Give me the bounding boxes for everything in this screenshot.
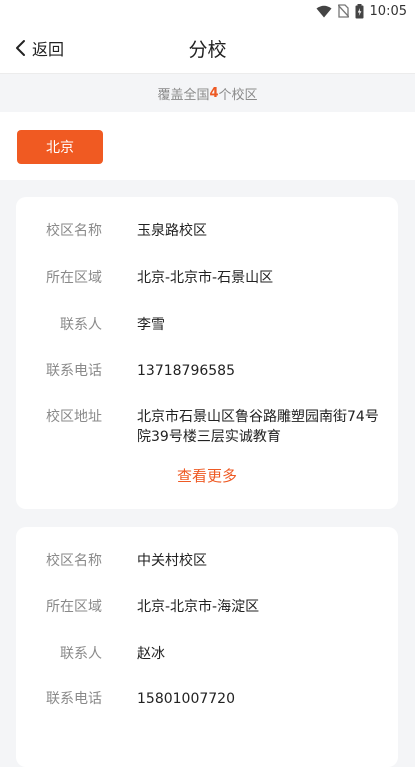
- city-tab-beijing[interactable]: 北京: [17, 130, 103, 164]
- campus-region-value: 北京-北京市-石景山区: [137, 270, 274, 286]
- view-more-link[interactable]: 查看更多: [16, 465, 398, 486]
- campus-contact-label: 联系人: [60, 646, 102, 662]
- coverage-prefix: 覆盖全国: [157, 87, 210, 103]
- campus-contact-label: 联系人: [60, 317, 102, 333]
- campus-address-value: 北京市石景山区鲁谷路雕塑园南街74号院39号楼三层实诚教育: [137, 409, 379, 445]
- campus-name-value: 玉泉路校区: [137, 223, 207, 239]
- back-button[interactable]: 返回: [14, 22, 64, 74]
- campus-region-row: 所在区域 北京-北京市-海淀区: [16, 597, 398, 617]
- campus-region-row: 所在区域 北京-北京市-石景山区: [16, 268, 398, 288]
- chevron-left-icon: [14, 39, 26, 57]
- campus-card: 校区名称 中关村校区 所在区域 北京-北京市-海淀区 联系人 赵冰 联系电话 1…: [16, 527, 398, 767]
- campus-contact-value: 李雪: [137, 317, 165, 333]
- campus-name-row: 校区名称 玉泉路校区: [16, 221, 398, 241]
- coverage-suffix: 个校区: [218, 87, 258, 103]
- campus-phone-value[interactable]: 13718796585: [137, 361, 383, 381]
- campus-name-label: 校区名称: [46, 223, 102, 239]
- campus-address-label: 校区地址: [46, 409, 102, 425]
- wifi-icon: [316, 5, 332, 18]
- campus-contact-row: 联系人 赵冰: [16, 644, 398, 664]
- coverage-summary: 覆盖全国 4 个校区: [0, 75, 415, 111]
- campus-contact-value: 赵冰: [137, 646, 165, 662]
- campus-contact-row: 联系人 李雪: [16, 315, 398, 335]
- back-label: 返回: [32, 40, 65, 59]
- status-bar: 10:05: [0, 0, 415, 22]
- campus-card: 校区名称 玉泉路校区 所在区域 北京-北京市-石景山区 联系人 李雪 联系电话 …: [16, 197, 398, 509]
- campus-region-label: 所在区域: [46, 270, 102, 286]
- campus-address-row: 校区地址 北京市石景山区鲁谷路雕塑园南街74号院39号楼三层实诚教育: [16, 407, 398, 447]
- campus-region-value: 北京-北京市-海淀区: [137, 599, 260, 615]
- campus-phone-row: 联系电话 15801007720: [16, 689, 398, 709]
- campus-name-label: 校区名称: [46, 553, 102, 569]
- nav-bar: 返回 分校: [0, 22, 415, 74]
- campus-name-row: 校区名称 中关村校区: [16, 551, 398, 571]
- campus-name-value: 中关村校区: [137, 553, 207, 569]
- campus-region-label: 所在区域: [46, 599, 102, 615]
- battery-icon: [355, 3, 364, 19]
- campus-phone-value[interactable]: 15801007720: [137, 689, 383, 709]
- city-tab-bar: 北京: [0, 112, 415, 180]
- campus-phone-label: 联系电话: [46, 691, 102, 707]
- campus-phone-row: 联系电话 13718796585: [16, 361, 398, 381]
- campus-phone-label: 联系电话: [46, 363, 102, 379]
- no-sim-icon: [337, 4, 349, 18]
- coverage-count: 4: [209, 85, 219, 101]
- status-time: 10:05: [369, 3, 407, 19]
